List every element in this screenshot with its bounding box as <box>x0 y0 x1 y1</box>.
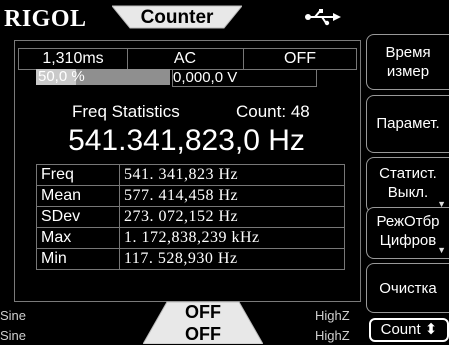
softkey-label: Статист. <box>379 165 437 182</box>
coupling-value: AC <box>127 49 244 69</box>
ch1-waveform: Sine <box>0 308 27 323</box>
filter-value: OFF <box>284 50 316 67</box>
softkey-label: Очистка <box>379 280 437 297</box>
stats-count: Count: 48 <box>236 102 310 122</box>
ch1-impedance: HighZ <box>315 308 350 323</box>
softkey-label: измер <box>386 63 430 80</box>
row-value: 1. 172,838,239 kHz <box>119 227 345 249</box>
dropdown-arrow-icon: ▼ <box>437 245 446 255</box>
row-value: 273. 072,152 Hz <box>119 206 345 228</box>
table-row: Max 1. 172,838,239 kHz <box>36 227 345 249</box>
softkey-label: Парамет. <box>376 115 440 132</box>
settings-row: 1,310ms AC OFF <box>18 48 357 70</box>
row-label: Freq <box>36 164 120 186</box>
softkey-clear[interactable]: Очистка <box>366 263 449 313</box>
sensitivity-label: 50,0 % <box>38 68 85 85</box>
stats-title: Freq Statistics <box>72 102 180 121</box>
row-value: 541. 341,823 Hz <box>119 164 345 186</box>
sensitivity-bar: 50,0 % <box>36 69 170 85</box>
softkey-measure-time[interactable]: Время измер <box>366 34 449 90</box>
level-row: 50,0 % 0,000,0 V <box>36 68 317 87</box>
row-label: Mean <box>36 185 120 207</box>
softkey-statistics[interactable]: Статист. Выкл. ▼ <box>366 157 449 213</box>
mode-title: Counter <box>140 7 214 28</box>
usb-icon <box>303 8 343 26</box>
count-button[interactable]: Count ⬍ <box>369 318 449 342</box>
main-frequency-readout: 541.341,823,0 Hz <box>68 124 305 157</box>
softkey-parameters[interactable]: Парамет. <box>366 95 449 153</box>
table-row: Min 117. 528,930 Hz <box>36 248 345 270</box>
statistics-table: Freq 541. 341,823 Hz Mean 577. 414,458 H… <box>36 164 345 270</box>
ch2-impedance: HighZ <box>315 328 350 343</box>
ch2-waveform: Sine <box>0 328 27 343</box>
brand-logo: RIGOL <box>4 6 87 32</box>
softkey-display-mode[interactable]: РежОтбр Цифров ▼ <box>366 207 449 259</box>
table-row: Mean 577. 414,458 Hz <box>36 185 345 207</box>
table-row: Freq 541. 341,823 Hz <box>36 164 345 186</box>
count-value: 48 <box>290 102 310 121</box>
trigger-level-value: 0,000,0 V <box>172 69 317 87</box>
top-bar: RIGOL Counter <box>0 0 449 32</box>
row-label: SDev <box>36 206 120 228</box>
gate-time-value: 1,310ms <box>19 49 128 69</box>
softkey-label: Время <box>385 44 431 61</box>
row-label: Min <box>36 248 120 270</box>
ch2-output-state[interactable]: OFF <box>170 324 236 345</box>
ch1-output-state[interactable]: OFF <box>170 302 236 323</box>
table-row: SDev 273. 072,152 Hz <box>36 206 345 228</box>
mode-tab: Counter <box>112 4 242 30</box>
softkey-label: РежОтбр <box>376 213 440 230</box>
row-label: Max <box>36 227 120 249</box>
count-label: Count: <box>236 102 287 121</box>
row-value: 577. 414,458 Hz <box>119 185 345 207</box>
row-value: 117. 528,930 Hz <box>119 248 345 270</box>
